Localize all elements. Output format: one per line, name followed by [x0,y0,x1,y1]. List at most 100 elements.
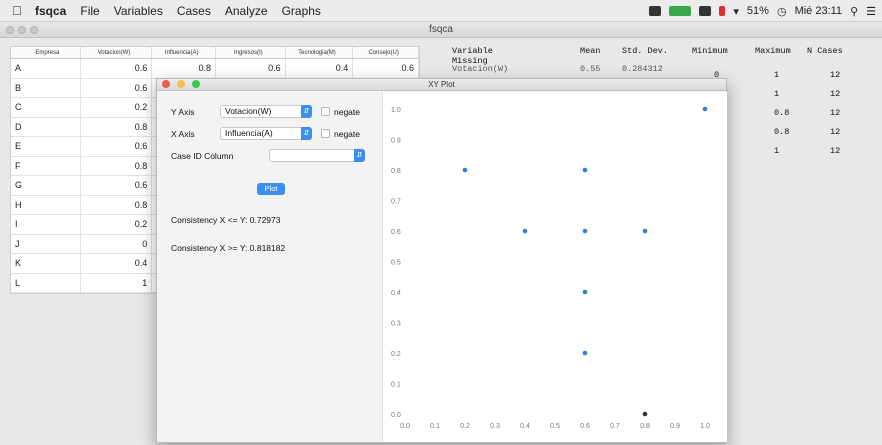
stats-partial-std: 0.284312 [622,64,663,74]
cell-votacion[interactable]: 0.8 [81,195,153,214]
minimize-icon[interactable] [18,26,26,34]
x-tick-label: 0.0 [400,423,410,430]
y-tick-label: 0.0 [391,412,401,419]
y-axis-select-value: Votacion(W) [225,106,272,116]
case-id-select[interactable]: ⇵ [269,149,365,162]
cell-votacion[interactable]: 0.4 [81,254,153,273]
cell-name[interactable]: I [11,215,81,234]
stats-maximum-value: 1 [774,89,780,99]
cell-votacion[interactable]: 0.6 [81,78,153,97]
cell-influencia[interactable]: 0.8 [152,59,216,78]
status-red-icon[interactable] [719,6,726,16]
screen:  fsqca File Variables Cases Analyze Gra… [0,0,882,445]
menu-variables[interactable]: Variables [107,4,170,18]
cell-votacion[interactable]: 1 [81,273,153,292]
col-header-consejo[interactable]: Consejo(U) [353,47,419,58]
menu-cases[interactable]: Cases [170,4,218,18]
y-axis-select[interactable]: Votacion(W) ⇵ [220,105,312,118]
cell-votacion[interactable]: 0.8 [81,117,153,136]
menu-graphs[interactable]: Graphs [275,4,328,18]
y-tick-label: 0.7 [391,199,401,206]
cell-name[interactable]: L [11,273,81,292]
cell-votacion[interactable]: 0 [81,234,153,253]
cell-name[interactable]: E [11,137,81,156]
x-axis-select[interactable]: Influencia(A) ⇵ [220,127,312,140]
table-row[interactable]: A 0.6 0.8 0.6 0.4 0.6 [11,59,419,79]
stats-partial-label: Votacion(W) [452,64,509,74]
col-header-votacion[interactable]: Votacion(W) [81,47,153,58]
chevron-updown-icon: ⇵ [301,105,312,118]
stats-maximum-value: 1 [774,146,780,156]
close-icon[interactable] [6,26,14,34]
menu-analyze[interactable]: Analyze [218,4,275,18]
close-icon[interactable] [162,80,170,88]
y-tick-label: 0.6 [391,229,401,236]
grid-header: Empresa Votacion(W) Influencia(A) Ingres… [11,47,419,59]
x-negate-label: negate [334,129,360,139]
col-header-influencia[interactable]: Influencia(A) [152,47,216,58]
status-icon-2[interactable] [699,6,712,16]
status-green-icon[interactable] [669,6,692,16]
wifi-icon[interactable]: ▾ [733,5,739,18]
main-window-titlebar: fsqca [0,22,882,38]
clock[interactable]: Mié 23:11 [795,5,843,17]
x-negate-checkbox[interactable] [321,129,330,138]
col-header-empresa[interactable]: Empresa [11,47,81,58]
stats-partial-mean: 0.55 [580,64,601,74]
cell-tecnologia[interactable]: 0.4 [286,59,354,78]
y-negate-label: negate [334,107,360,117]
stats-ncases-value: 12 [830,70,841,80]
menu-app-name[interactable]: fsqca [28,4,73,18]
stats-ncases-value: 12 [830,108,841,118]
cell-name[interactable]: A [11,59,81,78]
col-header-tecnologia[interactable]: Tecnologia(M) [286,47,354,58]
cell-votacion[interactable]: 0.6 [81,137,153,156]
spotlight-icon[interactable]: ⚲ [850,5,858,18]
data-point [582,167,588,173]
cell-ingresos[interactable]: 0.6 [216,59,286,78]
time-machine-icon[interactable]: ◷ [777,5,787,18]
cell-votacion[interactable]: 0.6 [81,176,153,195]
cell-name[interactable]: B [11,78,81,97]
cell-name[interactable]: K [11,254,81,273]
x-tick-label: 0.5 [550,423,560,430]
x-tick-label: 1.0 [700,423,710,430]
cell-name[interactable]: C [11,98,81,117]
data-point [642,228,648,234]
y-negate-checkbox[interactable] [321,107,330,116]
stats-col-std: Std. Dev. [622,46,668,56]
y-tick-label: 0.5 [391,260,401,267]
data-point [642,411,648,417]
cell-name[interactable]: F [11,156,81,175]
cell-votacion[interactable]: 0.8 [81,156,153,175]
xy-plot-lights [162,80,200,88]
zoom-icon[interactable] [192,80,200,88]
col-header-ingresos[interactable]: Ingresos(I) [216,47,286,58]
y-tick-label: 0.9 [391,138,401,145]
cell-votacion[interactable]: 0.2 [81,98,153,117]
cell-votacion[interactable]: 0.6 [81,59,153,78]
data-point [582,228,588,234]
data-point [702,106,708,112]
cell-votacion[interactable]: 0.2 [81,215,153,234]
chevron-updown-icon: ⇵ [354,149,365,162]
zoom-icon[interactable] [30,26,38,34]
minimize-icon[interactable] [177,80,185,88]
cell-name[interactable]: G [11,176,81,195]
notification-icon[interactable]: ☰ [866,5,876,18]
cell-name[interactable]: J [11,234,81,253]
chevron-updown-icon: ⇵ [301,127,312,140]
cell-name[interactable]: H [11,195,81,214]
battery-percent[interactable]: 51% [747,5,769,17]
cell-consejo[interactable]: 0.6 [353,59,419,78]
status-area: ▾ 51% ◷ Mié 23:11 ⚲ ☰ [649,0,876,22]
plot-button[interactable]: Plot [257,183,285,195]
x-tick-label: 0.6 [580,423,590,430]
case-id-label: Case ID Column [171,151,234,161]
status-icon[interactable] [649,6,662,16]
cell-name[interactable]: D [11,117,81,136]
apple-icon[interactable]:  [6,3,28,18]
stats-col-variable: Variable [452,46,493,56]
stats-maximum-value: 0.8 [774,108,790,118]
menu-file[interactable]: File [73,4,106,18]
